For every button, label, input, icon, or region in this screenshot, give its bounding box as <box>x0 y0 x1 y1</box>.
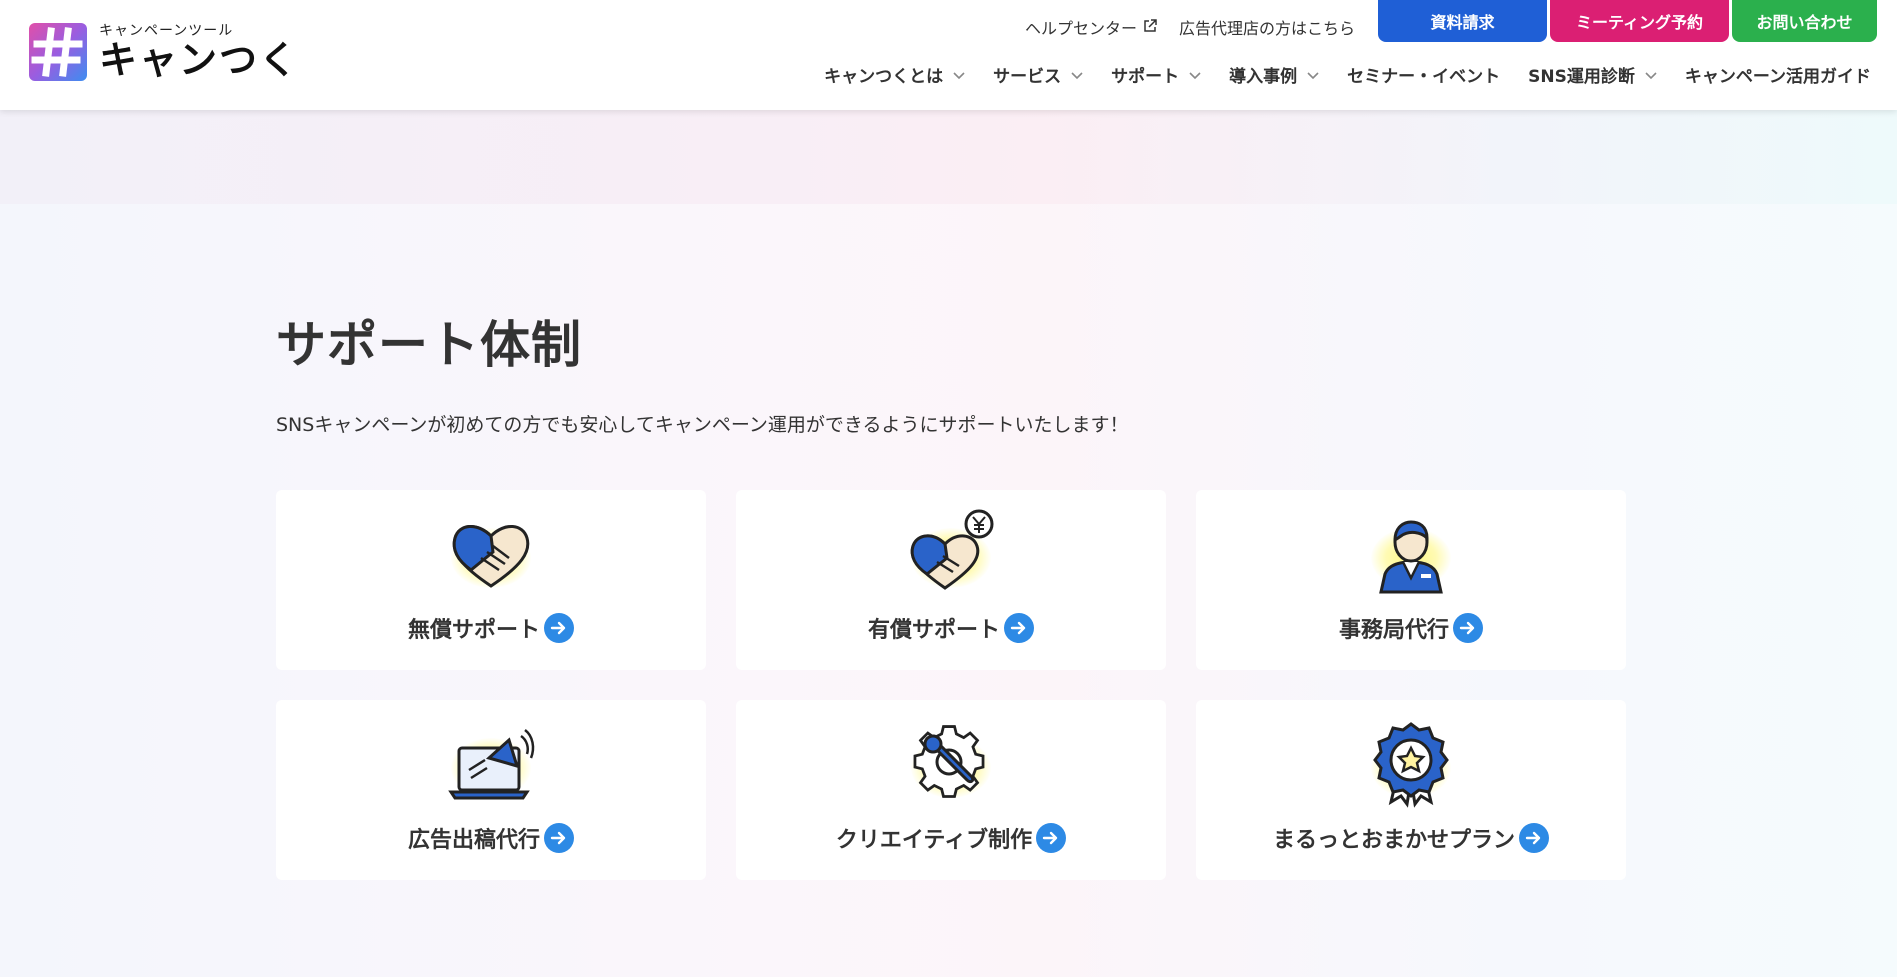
chevron-down-icon <box>1071 65 1083 85</box>
arrow-right-icon <box>1519 823 1549 853</box>
main-nav: キャンつくとは サービス サポート 導入事例 セミナー・イベント SNS運用診断… <box>824 62 1871 87</box>
request-docs-button[interactable]: 資料請求 <box>1378 0 1547 42</box>
support-card-grid: 無償サポート 有償サポート 事務局代行 広告出稿代行 クリエイティブ制作 まるっ… <box>276 490 1626 880</box>
header-band <box>0 110 1897 204</box>
section-title: サポート体制 <box>276 316 582 374</box>
support-card-creative[interactable]: クリエイティブ制作 <box>736 700 1166 880</box>
card-label: 無償サポート <box>407 618 540 643</box>
top-utility-links: ヘルプセンター 広告代理店の方はこちら 資料請求 ミーティング予約 お問い合わせ <box>1025 0 1877 44</box>
nav-item-label: サポート <box>1111 67 1180 87</box>
nav-item-support[interactable]: サポート <box>1111 62 1201 87</box>
nav-item-campaign-guide[interactable]: キャンペーン活用ガイド <box>1685 62 1871 87</box>
logo-title: キャンつく <box>99 38 300 82</box>
handshake-yen-icon <box>901 508 1001 598</box>
hashtag-logo-icon <box>29 23 87 81</box>
chevron-down-icon <box>953 65 965 85</box>
external-link-icon <box>1143 18 1157 37</box>
nav-item-seminars[interactable]: セミナー・イベント <box>1347 62 1500 87</box>
support-card-ad-placement[interactable]: 広告出稿代行 <box>276 700 706 880</box>
card-label: 事務局代行 <box>1338 618 1449 643</box>
card-label: まるっとおまかせプラン <box>1272 828 1515 853</box>
card-label-row: 事務局代行 <box>1196 612 1626 644</box>
card-label-row: 有償サポート <box>736 612 1166 644</box>
nav-item-about[interactable]: キャンつくとは <box>824 62 965 87</box>
arrow-right-icon <box>1036 823 1067 853</box>
laptop-megaphone-icon <box>441 718 541 808</box>
help-center-link[interactable]: ヘルプセンター <box>1025 15 1157 39</box>
award-badge-icon <box>1361 718 1461 808</box>
arrow-right-icon <box>1453 613 1483 643</box>
card-label-row: まるっとおまかせプラン <box>1196 822 1626 854</box>
nav-item-label: 導入事例 <box>1229 67 1298 87</box>
nav-item-label: サービス <box>993 67 1062 87</box>
arrow-right-icon <box>544 823 574 853</box>
help-center-label: ヘルプセンター <box>1024 19 1137 38</box>
nav-item-label: セミナー・イベント <box>1347 67 1501 87</box>
chevron-down-icon <box>1189 65 1201 85</box>
chevron-down-icon <box>1645 65 1657 85</box>
chevron-down-icon <box>1307 65 1319 85</box>
section-description: SNSキャンペーンが初めての方でも安心してキャンペーン運用ができるようにサポート… <box>276 414 1129 436</box>
card-label: 広告出稿代行 <box>407 828 540 853</box>
card-label-row: 広告出稿代行 <box>276 822 706 854</box>
staff-person-icon <box>1361 508 1461 598</box>
agency-link[interactable]: 広告代理店の方はこちら <box>1179 15 1355 39</box>
card-label: クリエイティブ制作 <box>835 828 1033 853</box>
support-card-secretariat[interactable]: 事務局代行 <box>1196 490 1626 670</box>
support-card-free[interactable]: 無償サポート <box>276 490 706 670</box>
nav-item-label: SNS運用診断 <box>1528 67 1635 87</box>
site-logo[interactable]: キャンペーンツール キャンつく <box>29 23 299 81</box>
arrow-right-icon <box>544 613 574 643</box>
nav-item-sns-diagnosis[interactable]: SNS運用診断 <box>1528 62 1657 87</box>
support-card-full-plan[interactable]: まるっとおまかせプラン <box>1196 700 1626 880</box>
card-label: 有償サポート <box>867 618 1000 643</box>
site-header: キャンペーンツール キャンつく ヘルプセンター 広告代理店の方はこちら 資料請求… <box>0 0 1897 110</box>
nav-item-case-studies[interactable]: 導入事例 <box>1229 62 1319 87</box>
card-label-row: クリエイティブ制作 <box>736 822 1166 854</box>
logo-subtitle: キャンペーンツール <box>99 23 234 39</box>
nav-item-label: キャンつくとは <box>824 67 944 87</box>
support-card-paid[interactable]: 有償サポート <box>736 490 1166 670</box>
nav-item-label: キャンペーン活用ガイド <box>1684 67 1871 87</box>
handshake-heart-icon <box>441 508 541 598</box>
nav-item-services[interactable]: サービス <box>993 62 1083 87</box>
meeting-booking-button[interactable]: ミーティング予約 <box>1550 0 1729 42</box>
gear-wrench-icon <box>901 718 1001 808</box>
arrow-right-icon <box>1004 613 1034 643</box>
card-label-row: 無償サポート <box>276 612 706 644</box>
contact-button[interactable]: お問い合わせ <box>1732 0 1877 42</box>
